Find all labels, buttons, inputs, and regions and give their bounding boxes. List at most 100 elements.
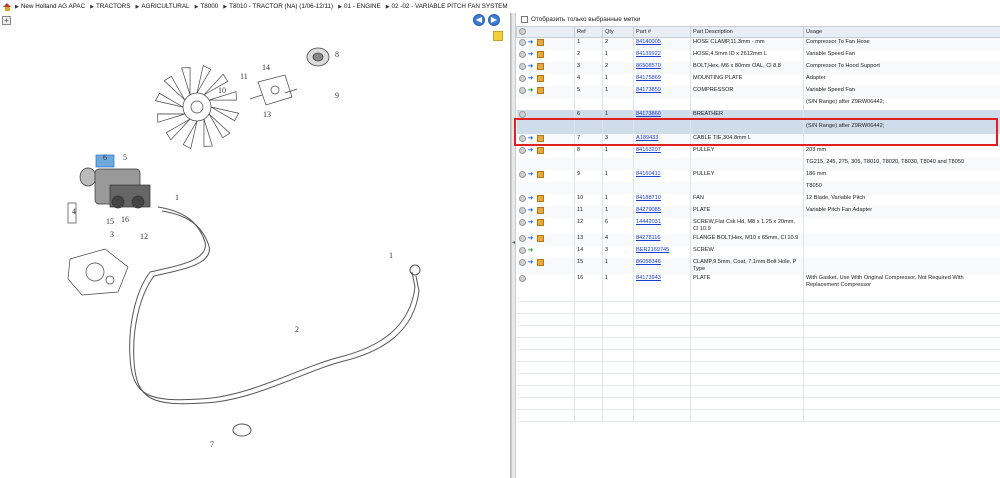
exploded-parts-diagram[interactable]: 111410891356131612741512 (0, 27, 510, 477)
callout-label[interactable]: 14 (262, 63, 270, 72)
filter-checkbox[interactable] (521, 16, 528, 23)
table-row[interactable]: ➜ 14 3 BER2169745 SCREW (516, 245, 1000, 258)
part-number-link[interactable]: 84279085 (636, 207, 661, 213)
cart-icon[interactable] (536, 50, 544, 58)
cart-icon[interactable] (536, 258, 544, 266)
select-icon[interactable] (518, 246, 526, 254)
callout-label[interactable]: 8 (335, 50, 339, 59)
cart-icon[interactable] (536, 134, 544, 142)
select-icon[interactable] (518, 50, 526, 58)
breadcrumb-item[interactable]: TRACTORS (90, 3, 131, 10)
select-icon[interactable] (518, 170, 526, 178)
arrow-icon[interactable]: ➜ (528, 147, 535, 154)
callout-label[interactable]: 9 (335, 91, 339, 100)
callout-label[interactable]: 3 (110, 230, 114, 239)
select-icon[interactable] (518, 218, 526, 226)
callout-label[interactable]: 2 (295, 325, 299, 334)
cart-icon[interactable] (536, 62, 544, 70)
callout-label[interactable]: 13 (263, 110, 271, 119)
cart-icon[interactable] (536, 146, 544, 154)
next-button[interactable]: ▶ (488, 14, 500, 26)
callout-label[interactable]: 10 (218, 86, 226, 95)
part-number-link[interactable]: 84160411 (636, 171, 660, 177)
select-icon[interactable] (518, 62, 526, 70)
cart-icon[interactable] (536, 86, 544, 94)
header-qty[interactable]: Qty (602, 26, 634, 38)
arrow-icon[interactable]: ➜ (528, 39, 535, 46)
table-row[interactable]: 16 1 84173943 PLATE With Gasket, Use With Or… (516, 273, 1000, 290)
cart-icon[interactable] (536, 234, 544, 242)
breadcrumb-item[interactable]: 01 - ENGINE (338, 3, 381, 10)
breadcrumb-item[interactable]: T8010 - TRACTOR (NA) (1/06-12/11) (223, 3, 333, 10)
breadcrumb-item[interactable]: New Holland AG APAC (15, 3, 85, 10)
table-row[interactable]: ➜ 4 1 84175869 MOUNTING PLATE Adapter (516, 73, 1000, 86)
table-row[interactable]: ➜ 9 1 84160411 PULLEY 186 mm (516, 169, 1000, 182)
arrow-icon[interactable]: ➜ (528, 247, 535, 254)
header-actions[interactable] (516, 26, 575, 38)
table-row[interactable]: ➜ 13 4 84278116 FLANGE BOLT,Hex, M10 x 65mm,… (516, 233, 1000, 246)
part-number-link[interactable]: 84139922 (636, 51, 661, 57)
cart-icon[interactable] (536, 170, 544, 178)
table-row[interactable]: ➜ 7 3 A189433 CABLE TIE,304.8mm L (516, 133, 1000, 146)
table-row[interactable]: ➜ 15 1 86058346 CLAMP,9.5mm, Coat, 7.1mm Bol… (516, 257, 1000, 274)
arrow-icon[interactable]: ➜ (528, 259, 535, 266)
part-number-link[interactable]: 84175869 (636, 75, 661, 81)
select-icon[interactable] (518, 110, 526, 118)
select-icon[interactable] (518, 74, 526, 82)
prev-button[interactable]: ◀ (473, 14, 485, 26)
note-icon[interactable] (493, 31, 503, 41)
part-number-link[interactable]: 84140005 (636, 39, 661, 45)
cart-icon[interactable] (536, 206, 544, 214)
arrow-icon[interactable]: ➜ (528, 51, 535, 58)
select-icon[interactable] (518, 258, 526, 266)
callout-label[interactable]: 12 (140, 232, 148, 241)
arrow-icon[interactable]: ➜ (528, 195, 535, 202)
callout-label[interactable]: 1 (389, 251, 393, 260)
table-row[interactable]: ➜ 8 1 84163207 PULLEY 203 mm (516, 145, 1000, 158)
part-number-link[interactable]: A189433 (636, 135, 658, 141)
callout-label[interactable]: 15 (106, 217, 114, 226)
home-icon[interactable] (3, 2, 11, 11)
callout-label[interactable]: 5 (123, 153, 127, 162)
breadcrumb-item[interactable]: 02 -02 - VARIABLE PITCH FAN SYSTEM (386, 3, 508, 10)
header-ref[interactable]: Ref (574, 26, 603, 38)
callout-label[interactable]: 4 (72, 207, 76, 216)
cart-icon[interactable] (536, 74, 544, 82)
table-row[interactable]: ➜ 5 1 84173859 COMPRESSOR Variable Speed Fan (516, 85, 1000, 98)
part-number-link[interactable]: 84188710 (636, 195, 661, 201)
arrow-icon[interactable]: ➜ (528, 135, 535, 142)
arrow-icon[interactable]: ➜ (528, 207, 535, 214)
arrow-icon[interactable]: ➜ (528, 235, 535, 242)
cart-icon[interactable] (536, 39, 544, 46)
table-row[interactable]: ➜ 1 2 84140005 HOSE CLAMP,11.3mm - mm Compres… (516, 37, 1000, 50)
callout-label[interactable]: 6 (103, 153, 107, 162)
part-number-link[interactable]: 86058346 (636, 259, 661, 265)
part-number-link[interactable]: 84278116 (636, 235, 660, 241)
select-icon[interactable] (518, 234, 526, 242)
table-row[interactable]: ➜ 2 1 84139922 HOSE,4.5mm ID x 2612mm L Varia… (516, 49, 1000, 62)
part-number-link[interactable]: 86508570 (636, 63, 661, 69)
breadcrumb-item[interactable]: AGRICULTURAL (136, 3, 189, 10)
header-desc[interactable]: Part Description (690, 26, 804, 38)
table-row[interactable]: ➜ 10 1 84188710 FAN 12 Blade, Variable Pitch (516, 193, 1000, 206)
part-number-link[interactable]: 84163207 (636, 147, 661, 153)
select-icon[interactable] (518, 134, 526, 142)
callout-label[interactable]: 1 (175, 193, 179, 202)
table-row[interactable]: 6 1 84173860 BREATHER (516, 109, 1000, 122)
table-row[interactable]: ➜ 11 1 84279085 PLATE Variable Pitch Fan Adap… (516, 205, 1000, 218)
table-row[interactable]: ➜ 12 6 14442031 SCREW,Flat Csk Hd, M8 x 1.25… (516, 217, 1000, 234)
arrow-icon[interactable]: ➜ (528, 171, 535, 178)
part-number-link[interactable]: 84173859 (636, 87, 661, 93)
arrow-icon[interactable]: ➜ (528, 75, 535, 82)
arrow-icon[interactable]: ➜ (528, 63, 535, 70)
arrow-icon[interactable]: ➜ (528, 87, 535, 94)
select-icon[interactable] (518, 194, 526, 202)
header-part[interactable]: Part # (633, 26, 691, 38)
expand-button[interactable]: + (2, 15, 11, 25)
arrow-icon[interactable]: ➜ (528, 219, 535, 226)
cart-icon[interactable] (536, 194, 544, 202)
select-icon[interactable] (518, 86, 526, 94)
cart-icon[interactable] (536, 218, 544, 226)
part-number-link[interactable]: 84173943 (636, 275, 661, 281)
part-number-link[interactable]: 84173860 (636, 111, 661, 117)
